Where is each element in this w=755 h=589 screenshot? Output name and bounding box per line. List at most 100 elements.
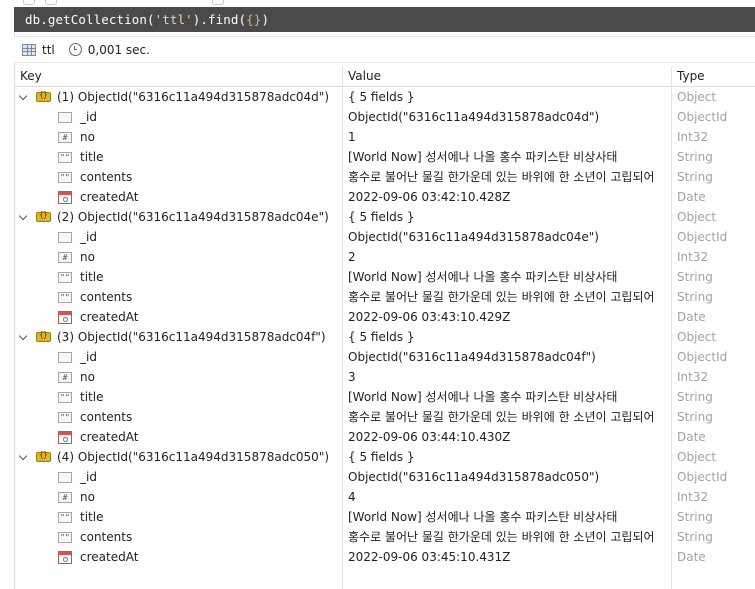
value-cell[interactable]: 3 [348, 367, 670, 387]
key-cell[interactable]: "" contents [14, 287, 344, 307]
field-row[interactable]: "" contents 홍수로 불어난 물길 한가운데 있는 바위에 한 소년이 고… [14, 287, 755, 307]
key-cell[interactable]: _id [14, 347, 344, 367]
toolbar-button-edge[interactable] [45, 0, 57, 5]
column-header-type[interactable]: Type [671, 66, 755, 86]
key-cell[interactable]: _id [14, 467, 344, 487]
value-cell[interactable]: [World Now] 성서에나 나올 홍수 파키스탄 비상사태 [348, 267, 670, 287]
document-row[interactable]: (2) ObjectId("6316c11a494d315878adc04e")… [14, 207, 755, 227]
key-cell[interactable]: (1) ObjectId("6316c11a494d315878adc04d") [14, 87, 344, 107]
chevron-down-icon[interactable] [19, 213, 28, 222]
field-row[interactable]: # no 2 Int32 [14, 247, 755, 267]
value-cell[interactable]: 홍수로 불어난 물길 한가운데 있는 바위에 한 소년이 고립되어 [348, 407, 670, 427]
type-cell: Int32 [677, 490, 709, 504]
chevron-down-icon[interactable] [19, 453, 28, 462]
key-cell[interactable]: _id [14, 227, 344, 247]
column-header-value[interactable]: Value [342, 66, 672, 86]
chevron-down-icon[interactable] [19, 333, 28, 342]
field-key: _id [80, 110, 97, 124]
key-cell[interactable]: # no [14, 127, 344, 147]
field-row[interactable]: _id ObjectId("6316c11a494d315878adc04d") O… [14, 107, 755, 127]
value-cell[interactable]: [World Now] 성서에나 나올 홍수 파키스탄 비상사태 [348, 147, 670, 167]
key-cell[interactable]: "" title [14, 387, 344, 407]
key-cell[interactable]: createdAt [14, 427, 344, 447]
key-cell[interactable]: "" title [14, 147, 344, 167]
field-row[interactable]: createdAt 2022-09-06 03:43:10.429Z Date [14, 307, 755, 327]
field-row[interactable]: "" contents 홍수로 불어난 물길 한가운데 있는 바위에 한 소년이 고… [14, 527, 755, 547]
toolbar-button-edge[interactable] [23, 0, 35, 5]
field-row[interactable]: "" title [World Now] 성서에나 나올 홍수 파키스탄 비상사태 S… [14, 387, 755, 407]
field-row[interactable]: "" contents 홍수로 불어난 물길 한가운데 있는 바위에 한 소년이 고… [14, 167, 755, 187]
field-key: createdAt [80, 190, 139, 204]
type-cell: ObjectId [677, 230, 728, 244]
value-cell[interactable]: 4 [348, 487, 670, 507]
value-cell[interactable]: { 5 fields } [348, 87, 670, 107]
value-cell[interactable]: [World Now] 성서에나 나올 홍수 파키스탄 비상사태 [348, 387, 670, 407]
clock-icon [68, 43, 82, 56]
document-icon [36, 90, 51, 102]
field-row[interactable]: "" contents 홍수로 불어난 물길 한가운데 있는 바위에 한 소년이 고… [14, 407, 755, 427]
value-cell[interactable]: 2022-09-06 03:43:10.429Z [348, 307, 670, 327]
field-row[interactable]: createdAt 2022-09-06 03:42:10.428Z Date [14, 187, 755, 207]
field-key: createdAt [80, 310, 139, 324]
value-cell[interactable]: ObjectId("6316c11a494d315878adc04e") [348, 227, 670, 247]
field-row[interactable]: # no 3 Int32 [14, 367, 755, 387]
document-row[interactable]: (3) ObjectId("6316c11a494d315878adc04f")… [14, 327, 755, 347]
document-row[interactable]: (1) ObjectId("6316c11a494d315878adc04d")… [14, 87, 755, 107]
value-cell[interactable]: 홍수로 불어난 물길 한가운데 있는 바위에 한 소년이 고립되어 [348, 287, 670, 307]
key-cell[interactable]: # no [14, 247, 344, 267]
key-cell[interactable]: _id [14, 107, 344, 127]
value-cell[interactable]: ObjectId("6316c11a494d315878adc04f") [348, 347, 670, 367]
key-cell[interactable]: (4) ObjectId("6316c11a494d315878adc050") [14, 447, 344, 467]
field-key: contents [80, 290, 133, 304]
chevron-down-icon[interactable] [19, 93, 28, 102]
field-row[interactable]: _id ObjectId("6316c11a494d315878adc04e") O… [14, 227, 755, 247]
field-key: contents [80, 170, 133, 184]
key-cell[interactable]: # no [14, 487, 344, 507]
date-field-icon [58, 310, 72, 324]
value-cell[interactable]: { 5 fields } [348, 207, 670, 227]
field-row[interactable]: # no 4 Int32 [14, 487, 755, 507]
key-cell[interactable]: "" contents [14, 527, 344, 547]
value-cell[interactable]: 홍수로 불어난 물길 한가운데 있는 바위에 한 소년이 고립되어 [348, 527, 670, 547]
type-cell: String [677, 390, 713, 404]
field-row[interactable]: _id ObjectId("6316c11a494d315878adc050") O… [14, 467, 755, 487]
field-key: no [80, 490, 95, 504]
value-cell[interactable]: [World Now] 성서에나 나올 홍수 파키스탄 비상사태 [348, 507, 670, 527]
field-row[interactable]: _id ObjectId("6316c11a494d315878adc04f") O… [14, 347, 755, 367]
query-editor[interactable]: db.getCollection('ttl').find({}) [14, 7, 755, 32]
column-header-key[interactable]: Key [14, 66, 344, 86]
value-cell[interactable]: { 5 fields } [348, 447, 670, 467]
value-cell[interactable]: { 5 fields } [348, 327, 670, 347]
value-cell[interactable]: 홍수로 불어난 물길 한가운데 있는 바위에 한 소년이 고립되어 [348, 167, 670, 187]
key-cell[interactable]: "" contents [14, 167, 344, 187]
field-row[interactable]: createdAt 2022-09-06 03:45:10.431Z Date [14, 547, 755, 567]
document-row[interactable]: (4) ObjectId("6316c11a494d315878adc050")… [14, 447, 755, 467]
type-cell: String [677, 150, 713, 164]
value-cell[interactable]: ObjectId("6316c11a494d315878adc04d") [348, 107, 670, 127]
key-cell[interactable]: createdAt [14, 547, 344, 567]
string-field-icon: "" [58, 151, 72, 163]
value-cell[interactable]: 2 [348, 247, 670, 267]
field-row[interactable]: "" title [World Now] 성서에나 나올 홍수 파키스탄 비상사태 S… [14, 147, 755, 167]
value-cell[interactable]: 2022-09-06 03:42:10.428Z [348, 187, 670, 207]
toolbar-button-edge[interactable] [212, 0, 224, 5]
field-key: createdAt [80, 430, 139, 444]
value-cell[interactable]: 2022-09-06 03:44:10.430Z [348, 427, 670, 447]
value-cell[interactable]: ObjectId("6316c11a494d315878adc050") [348, 467, 670, 487]
key-cell[interactable]: (2) ObjectId("6316c11a494d315878adc04e") [14, 207, 344, 227]
value-cell[interactable]: 1 [348, 127, 670, 147]
key-cell[interactable]: "" contents [14, 407, 344, 427]
key-cell[interactable]: "" title [14, 507, 344, 527]
value-cell[interactable]: 2022-09-06 03:45:10.431Z [348, 547, 670, 567]
field-row[interactable]: createdAt 2022-09-06 03:44:10.430Z Date [14, 427, 755, 447]
field-row[interactable]: # no 1 Int32 [14, 127, 755, 147]
field-row[interactable]: "" title [World Now] 성서에나 나올 홍수 파키스탄 비상사태 S… [14, 507, 755, 527]
date-field-icon [58, 190, 72, 204]
key-cell[interactable]: # no [14, 367, 344, 387]
key-cell[interactable]: (3) ObjectId("6316c11a494d315878adc04f") [14, 327, 344, 347]
key-cell[interactable]: "" title [14, 267, 344, 287]
key-cell[interactable]: createdAt [14, 307, 344, 327]
type-cell: Date [677, 550, 706, 564]
field-row[interactable]: "" title [World Now] 성서에나 나올 홍수 파키스탄 비상사태 S… [14, 267, 755, 287]
key-cell[interactable]: createdAt [14, 187, 344, 207]
